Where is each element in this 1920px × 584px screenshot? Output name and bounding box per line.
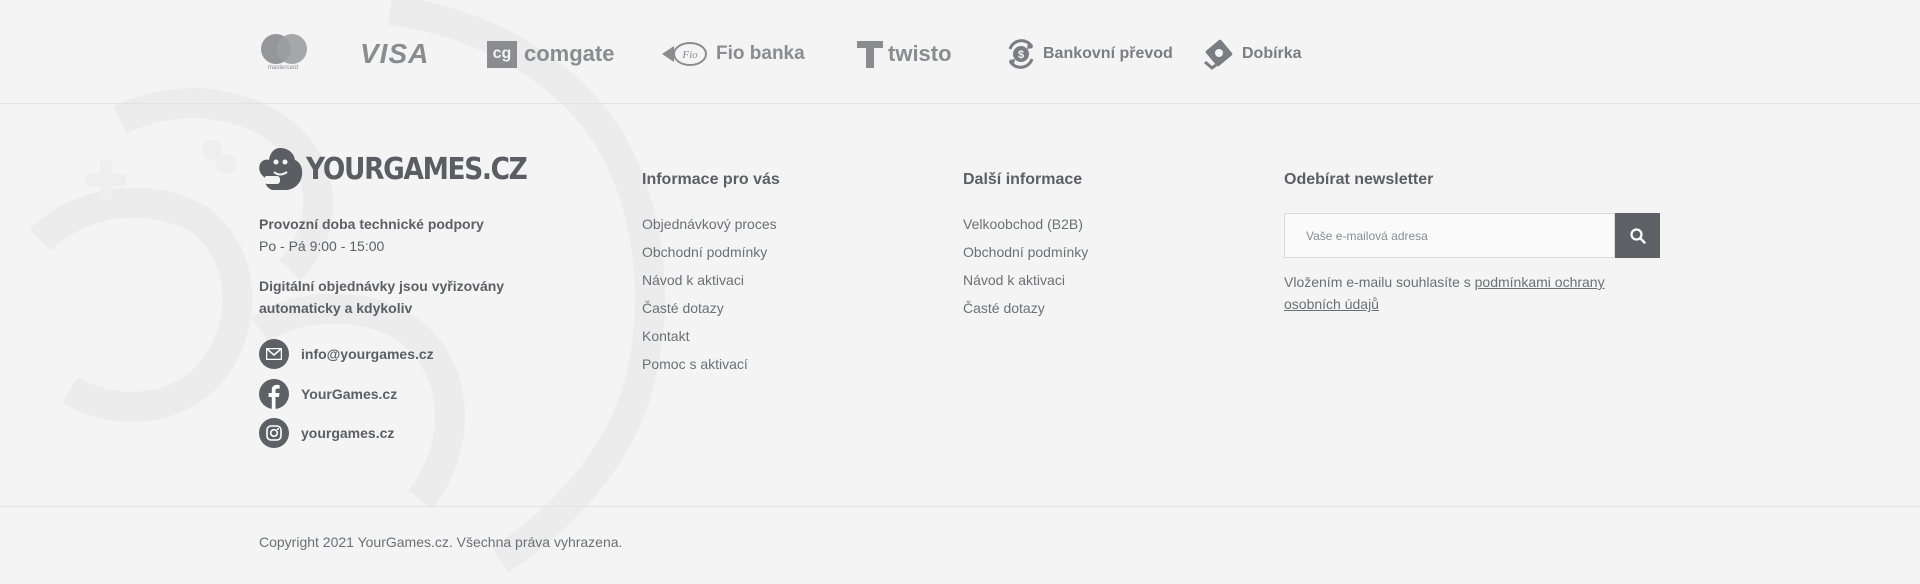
svg-text:$: $ <box>1018 49 1024 61</box>
info-links-list: Objednávkový proces Obchodní podmínky Ná… <box>642 214 777 382</box>
twisto-icon <box>857 41 883 68</box>
cash-on-delivery-icon <box>1204 39 1233 70</box>
facebook-icon <box>259 379 289 409</box>
newsletter-consent-note: Vložením e-mailu souhlasíte s podmínkami… <box>1284 271 1644 315</box>
footer-link-order-process[interactable]: Objednávkový proces <box>642 214 777 242</box>
newsletter-email-input[interactable] <box>1284 213 1615 258</box>
comgate-label: comgate <box>524 41 615 66</box>
fio-label: Fio banka <box>716 43 805 64</box>
contact-instagram-label: yourgames.cz <box>301 425 395 441</box>
gorilla-logo-icon <box>259 148 303 190</box>
site-logo[interactable]: YOURGAMES.CZ <box>258 146 557 192</box>
footer-link-wholesale[interactable]: Velkoobchod (B2B) <box>963 214 1088 242</box>
footer-link-faq[interactable]: Časté dotazy <box>642 298 777 326</box>
instagram-icon <box>259 418 289 448</box>
support-hours-title: Provozní doba technické podpory <box>259 216 484 232</box>
footer-link-terms[interactable]: Obchodní podmínky <box>642 242 777 270</box>
mail-icon <box>259 339 289 369</box>
footer-link-activation-guide[interactable]: Návod k aktivaci <box>642 270 777 298</box>
mastercard-icon <box>259 34 307 64</box>
bank-transfer-icon: $ <box>1008 39 1034 69</box>
footer-link-activation-guide-2[interactable]: Návod k aktivaci <box>963 270 1088 298</box>
support-hours-value: Po - Pá 9:00 - 15:00 <box>259 238 385 254</box>
footer-link-terms-2[interactable]: Obchodní podmínky <box>963 242 1088 270</box>
comgate-logo: cg comgate <box>487 34 614 74</box>
twisto-logo: twisto <box>856 34 952 74</box>
visa-logo: VISA <box>360 38 430 69</box>
info-column-title: Informace pro vás <box>642 171 780 188</box>
cod-label: Dobírka <box>1242 45 1302 62</box>
newsletter-consent-text: Vložením e-mailu souhlasíte s <box>1284 274 1475 290</box>
newsletter-form <box>1284 213 1660 258</box>
search-icon <box>1629 227 1646 244</box>
contact-instagram[interactable]: yourgames.cz <box>259 418 394 448</box>
newsletter-title: Odebírat newsletter <box>1284 171 1434 188</box>
twisto-label: twisto <box>888 41 952 66</box>
copyright-text: Copyright 2021 YourGames.cz. Všechna prá… <box>259 534 623 550</box>
bank-transfer-logo: $ Bankovní převod <box>1004 34 1173 74</box>
bank-transfer-label: Bankovní převod <box>1043 45 1173 62</box>
digital-orders-note: Digitální objednávky jsou vyřizovány aut… <box>259 278 505 316</box>
contact-email-label: info@yourgames.cz <box>301 346 434 362</box>
more-info-column-title: Další informace <box>963 171 1083 188</box>
payment-methods-bar: mastercard VISA cg comgate Fio Fio banka… <box>0 0 1920 104</box>
copyright-divider <box>0 506 1920 507</box>
footer-link-activation-help[interactable]: Pomoc s aktivací <box>642 354 777 382</box>
comgate-icon: cg <box>487 40 517 68</box>
mastercard-logo: mastercard <box>258 34 308 74</box>
footer-link-contact[interactable]: Kontakt <box>642 326 777 354</box>
more-info-links-list: Velkoobchod (B2B) Obchodní podmínky Návo… <box>963 214 1088 326</box>
fio-banka-logo: Fio Fio banka <box>660 34 805 74</box>
newsletter-submit-button[interactable] <box>1615 213 1660 258</box>
footer-link-faq-2[interactable]: Časté dotazy <box>963 298 1088 326</box>
contact-facebook[interactable]: YourGames.cz <box>259 379 397 409</box>
fio-icon: Fio <box>662 42 707 66</box>
fio-badge-text: Fio <box>681 49 698 61</box>
logo-wordmark: YOURGAMES.CZ <box>306 151 528 187</box>
cod-logo: Dobírka <box>1202 34 1302 74</box>
contact-facebook-label: YourGames.cz <box>301 386 398 402</box>
mastercard-label: mastercard <box>267 65 298 71</box>
contact-email[interactable]: info@yourgames.cz <box>259 339 434 369</box>
